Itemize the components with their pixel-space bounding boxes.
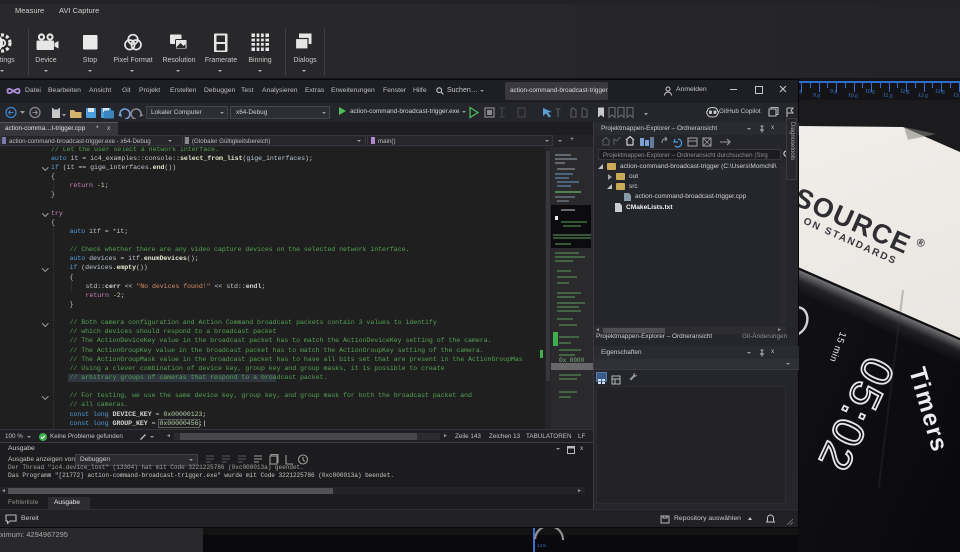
svg-text:Timers: Timers: [903, 364, 953, 455]
svg-text:0x 0000: 0x 0000: [559, 357, 585, 364]
svg-text:05:02: 05:02: [808, 350, 903, 480]
